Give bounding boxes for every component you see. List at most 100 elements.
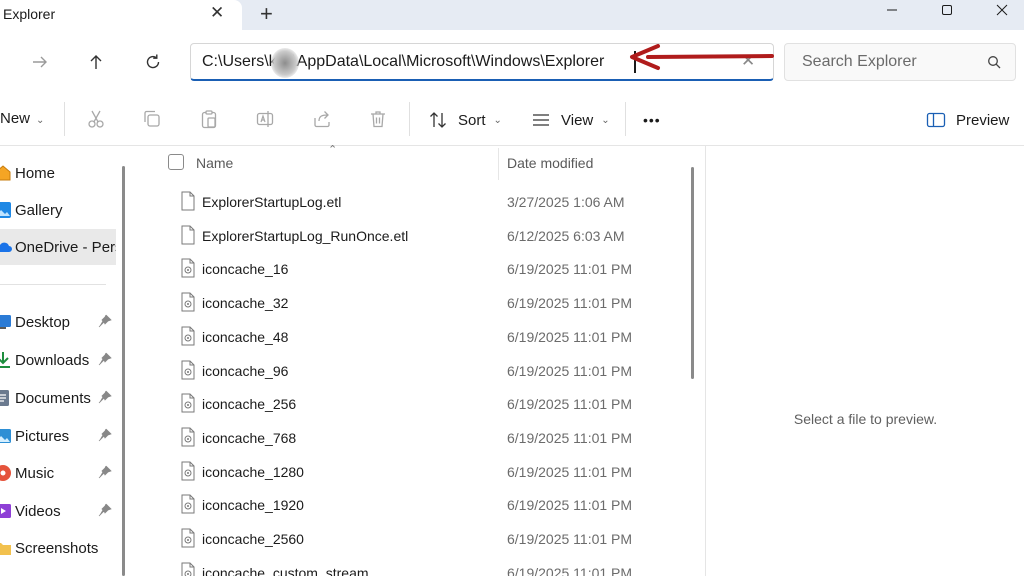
column-divider[interactable] (498, 148, 499, 180)
file-row[interactable]: iconcache_96 6/19/2025 11:01 PM (134, 353, 686, 387)
new-tab-button[interactable]: + (260, 1, 273, 27)
file-row[interactable]: iconcache_1920 6/19/2025 11:01 PM (134, 487, 686, 521)
trash-icon (371, 111, 385, 128)
file-list-scrollbar[interactable] (691, 167, 694, 379)
cut-button[interactable] (84, 107, 108, 131)
sidebar-scrollbar[interactable] (122, 166, 125, 576)
column-header-date-modified[interactable]: Date modified (507, 155, 593, 171)
minimize-button[interactable] (870, 0, 914, 20)
minimize-icon (887, 9, 897, 11)
pin-icon[interactable] (98, 314, 112, 328)
system-file-icon (180, 393, 196, 416)
file-name: iconcache_48 (202, 328, 289, 345)
file-name: iconcache_96 (202, 362, 289, 379)
system-file-icon (180, 258, 196, 281)
up-button[interactable] (82, 48, 110, 76)
file-date-modified: 6/19/2025 11:01 PM (507, 497, 633, 514)
preview-label: Preview (956, 111, 1010, 129)
search-box[interactable]: Search Explorer (784, 43, 1016, 81)
file-row[interactable]: iconcache_1280 6/19/2025 11:01 PM (134, 454, 686, 488)
share-button[interactable] (310, 107, 334, 131)
file-date-modified: 6/19/2025 11:01 PM (507, 531, 633, 547)
file-row[interactable]: iconcache_custom_stream 6/19/2025 11:01 P… (134, 555, 686, 576)
sidebar-item-label: Gallery (15, 201, 63, 219)
sidebar-item-documents[interactable]: Documents (0, 380, 116, 416)
explorer-tab[interactable]: Explorer ✕ (0, 0, 242, 30)
close-icon (996, 4, 1008, 16)
blurred-username (271, 48, 299, 78)
file-date-modified: 6/19/2025 11:01 PM (507, 328, 633, 345)
file-row[interactable]: ExplorerStartupLog.etl 3/27/2025 1:06 AM (134, 184, 686, 218)
maximize-button[interactable] (925, 0, 969, 20)
file-row[interactable]: iconcache_768 6/19/2025 11:01 PM (134, 420, 686, 454)
search-icon[interactable] (987, 55, 1001, 69)
file-name: iconcache_32 (202, 295, 289, 312)
pin-icon[interactable] (98, 352, 112, 366)
delete-button[interactable] (366, 107, 390, 131)
sidebar-item-onedrive[interactable]: OneDrive - Perso (0, 229, 116, 265)
toolbar-divider (64, 102, 65, 136)
videos-icon (0, 502, 12, 520)
sidebar-item-desktop[interactable]: Desktop (0, 304, 116, 340)
pin-icon[interactable] (98, 428, 112, 442)
system-file-icon (180, 427, 196, 450)
maximize-icon (942, 5, 952, 15)
sidebar-item-gallery[interactable]: Gallery (0, 192, 116, 228)
sidebar-item-label: Screenshots (15, 539, 99, 557)
file-date-modified: 6/12/2025 6:03 AM (507, 227, 625, 244)
sidebar-item-downloads[interactable]: Downloads (0, 342, 116, 378)
view-label: View (561, 111, 594, 129)
address-row: C:\Users\k i\AppData\Local\Microsoft\Wind… (0, 30, 1024, 92)
file-row[interactable]: iconcache_256 6/19/2025 11:01 PM (134, 386, 686, 420)
file-row[interactable]: ExplorerStartupLog_RunOnce.etl 6/12/2025 … (134, 218, 686, 252)
sidebar-divider (0, 284, 106, 285)
sidebar-item-home[interactable]: Home (0, 155, 116, 191)
file-date-modified: 3/27/2025 1:06 AM (507, 194, 625, 210)
forward-button[interactable] (26, 48, 54, 76)
file-name: iconcache_768 (202, 429, 297, 446)
downloads-icon (0, 351, 12, 369)
close-tab-icon[interactable]: ✕ (210, 3, 224, 23)
sidebar-item-music[interactable]: Music (0, 455, 116, 491)
more-icon: ••• (643, 112, 661, 128)
address-path[interactable]: C:\Users\k i\AppData\Local\Microsoft\Wind… (202, 53, 604, 71)
file-row[interactable]: iconcache_16 6/19/2025 11:01 PM (134, 251, 686, 285)
annotation-arrow-icon (630, 44, 774, 70)
file-icon (180, 191, 196, 214)
paste-button[interactable] (197, 107, 221, 131)
system-file-icon (180, 360, 196, 383)
sidebar-item-screenshots[interactable]: Screenshots (0, 530, 116, 566)
toolbar-divider (409, 102, 410, 136)
preview-button[interactable]: Preview (926, 108, 1009, 132)
copy-button[interactable] (140, 107, 164, 131)
view-button[interactable]: View ⌄ (531, 108, 610, 132)
new-button[interactable]: New ⌄ (0, 110, 44, 127)
file-row[interactable]: iconcache_2560 6/19/2025 11:01 PM (134, 521, 686, 555)
file-row[interactable]: iconcache_48 6/19/2025 11:01 PM (134, 319, 686, 353)
file-name: iconcache_2560 (202, 531, 304, 547)
file-name: iconcache_16 (202, 261, 289, 278)
pin-icon[interactable] (98, 390, 112, 404)
sort-button[interactable]: Sort ⌄ (428, 108, 502, 132)
rename-button[interactable] (253, 107, 277, 131)
close-window-button[interactable] (980, 0, 1024, 20)
more-options-button[interactable]: ••• (643, 108, 661, 132)
chevron-down-icon: ⌄ (493, 114, 502, 126)
navigation-pane: Home Gallery OneDrive - Perso Desktop Do… (0, 146, 118, 576)
chevron-down-icon: ⌄ (601, 114, 610, 126)
pin-icon[interactable] (98, 465, 112, 479)
rename-icon (256, 111, 274, 127)
sort-label: Sort (458, 111, 486, 129)
refresh-icon (146, 54, 160, 69)
file-date-modified: 6/19/2025 11:01 PM (507, 261, 633, 278)
select-all-checkbox[interactable] (168, 154, 184, 170)
column-header-name[interactable]: Name (196, 155, 233, 171)
sidebar-item-pictures[interactable]: Pictures (0, 418, 116, 454)
file-row[interactable]: iconcache_32 6/19/2025 11:01 PM (134, 285, 686, 319)
file-date-modified: 6/19/2025 11:01 PM (507, 429, 633, 446)
sidebar-item-videos[interactable]: Videos (0, 493, 116, 529)
pictures-icon (0, 427, 12, 445)
search-input[interactable]: Search Explorer (802, 53, 917, 71)
pin-icon[interactable] (98, 503, 112, 517)
refresh-button[interactable] (139, 48, 167, 76)
